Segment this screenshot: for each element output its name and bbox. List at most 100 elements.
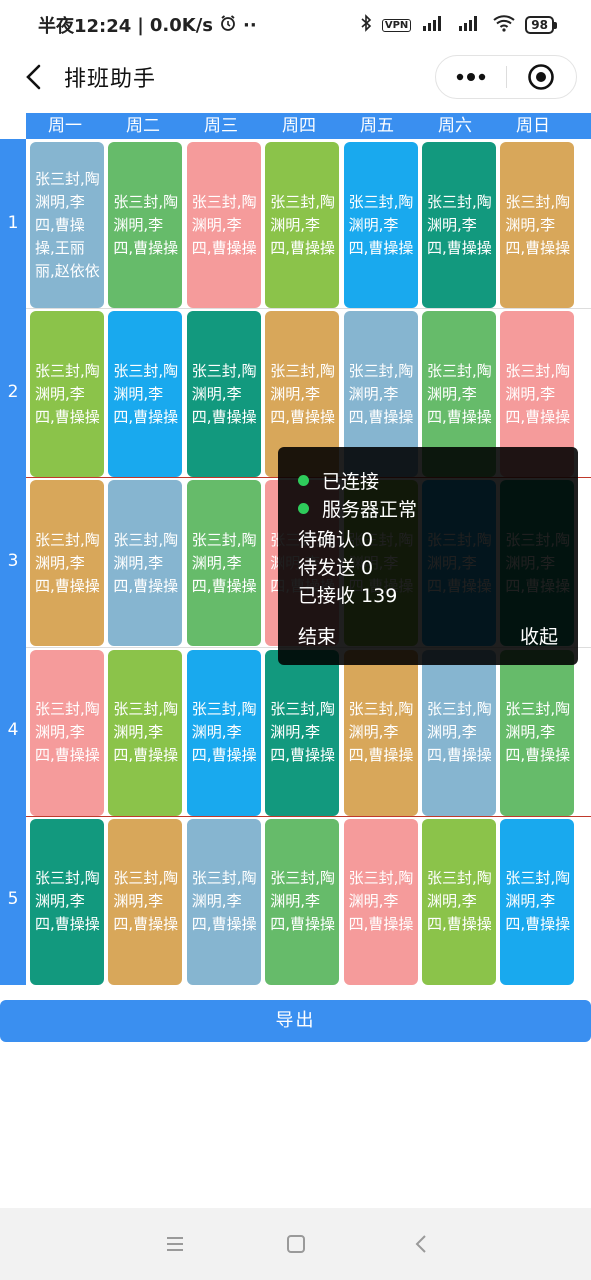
shift-staff-text: 张三封,陶渊明,李四,曹操操 bbox=[191, 869, 257, 934]
shift-staff-text: 张三封,陶渊明,李四,曹操操 bbox=[427, 700, 492, 765]
shift-staff-text: 张三封,陶渊明,李四,曹操操 bbox=[270, 361, 335, 426]
back-nav-button[interactable] bbox=[407, 1230, 435, 1258]
shift-staff-text: 张三封,陶渊明,李四,曹操操 bbox=[505, 192, 571, 257]
shift-cell[interactable]: 张三封,陶渊明,李四,曹操操,王丽丽,赵依依 bbox=[30, 142, 104, 308]
shift-staff-text: 张三封,陶渊明,李四,曹操操 bbox=[427, 869, 492, 934]
end-button[interactable]: 结束 bbox=[298, 622, 336, 649]
shift-staff-text: 张三封,陶渊明,李四,曹操操 bbox=[191, 530, 257, 595]
green-status-dot bbox=[298, 503, 309, 514]
shift-cell[interactable]: 张三封,陶渊明,李四,曹操操 bbox=[265, 818, 340, 985]
shift-cell[interactable]: 张三封,陶渊明,李四,曹操操 bbox=[500, 818, 575, 985]
shift-cell[interactable]: 张三封,陶渊明,李四,曹操操 bbox=[422, 142, 496, 308]
shift-cell[interactable]: 张三封,陶渊明,李四,曹操操 bbox=[265, 142, 340, 308]
day-label: 周一 bbox=[48, 116, 82, 136]
shift-cell[interactable]: 张三封,陶渊明,李四,曹操操 bbox=[422, 818, 496, 985]
shift-cell[interactable]: 张三封,陶渊明,李四,曹操操 bbox=[108, 311, 183, 478]
row-number: 1 bbox=[7, 212, 19, 233]
shift-cell[interactable]: 张三封,陶渊明,李四,曹操操 bbox=[343, 142, 418, 308]
mini-program-capsule bbox=[435, 55, 577, 99]
shift-staff-text: 张三封,陶渊明,李四,曹操操 bbox=[35, 700, 100, 765]
home-square-icon bbox=[287, 1235, 305, 1253]
shift-cell[interactable]: 张三封,陶渊明,李四,曹操操 bbox=[500, 142, 575, 308]
status-speed: 0.0K/s bbox=[149, 14, 213, 36]
signal-icon bbox=[421, 14, 447, 36]
shift-cell[interactable]: 张三封,陶渊明,李四,曹操操 bbox=[343, 649, 418, 816]
shift-cell[interactable]: 张三封,陶渊明,李四,曹操操 bbox=[108, 649, 183, 816]
menu-nav-button[interactable] bbox=[161, 1230, 189, 1258]
battery-level: 98 bbox=[525, 16, 554, 34]
server-status-text: 服务器正常 bbox=[322, 499, 418, 521]
shift-cell[interactable]: 张三封,陶渊明,李四,曹操操 bbox=[186, 818, 261, 985]
shift-staff-text: 张三封,陶渊明,李四,曹操操 bbox=[270, 192, 335, 257]
back-button[interactable] bbox=[14, 57, 54, 97]
shift-staff-text: 张三封,陶渊明,李四,曹操操 bbox=[270, 700, 335, 765]
status-divider: | bbox=[137, 14, 144, 36]
nav-bar: 排班助手 bbox=[0, 52, 591, 102]
signal-icon-2 bbox=[457, 14, 483, 36]
back-triangle-icon bbox=[415, 1235, 426, 1253]
shift-cell[interactable]: 张三封,陶渊明,李四,曹操操 bbox=[186, 311, 261, 478]
page-title: 排班助手 bbox=[64, 67, 157, 92]
target-close-icon bbox=[528, 64, 555, 90]
green-status-dot bbox=[298, 475, 309, 486]
shift-cell[interactable]: 张三封,陶渊明,李四,曹操操 bbox=[30, 480, 104, 647]
day-label: 周三 bbox=[204, 116, 238, 136]
shift-staff-text: 张三封,陶渊明,李四,曹操操,王丽丽,赵依依 bbox=[35, 169, 100, 280]
export-button[interactable]: 导出 bbox=[0, 1000, 591, 1042]
day-label: 周四 bbox=[282, 116, 316, 136]
shift-cell[interactable]: 张三封,陶渊明,李四,曹操操 bbox=[343, 818, 418, 985]
status-right: VPN 98 bbox=[360, 14, 557, 36]
day-label: 周六 bbox=[438, 116, 472, 136]
shift-staff-text: 张三封,陶渊明,李四,曹操操 bbox=[505, 869, 571, 934]
shift-cell[interactable]: 张三封,陶渊明,李四,曹操操 bbox=[30, 818, 104, 985]
shift-staff-text: 张三封,陶渊明,李四,曹操操 bbox=[191, 700, 257, 765]
pending-confirm: 待确认 0 bbox=[298, 529, 374, 551]
shift-cell[interactable]: 张三封,陶渊明,李四,曹操操 bbox=[186, 480, 261, 647]
more-dots-icon bbox=[456, 73, 485, 81]
status-time: 半夜12:24 bbox=[38, 16, 132, 37]
debug-status-panel: 已连接 服务器正常 待确认 0 待发送 0 已接收 139 结束 收起 bbox=[278, 447, 578, 665]
shift-staff-text: 张三封,陶渊明,李四,曹操操 bbox=[348, 869, 414, 934]
status-bar: 半夜12:24 | 0.0K/s ·· VPN 98 bbox=[0, 0, 591, 50]
shift-staff-text: 张三封,陶渊明,李四,曹操操 bbox=[113, 192, 179, 257]
home-nav-button[interactable] bbox=[282, 1230, 310, 1258]
pending-send: 待发送 0 bbox=[298, 557, 374, 579]
menu-icon bbox=[167, 1237, 183, 1251]
battery-icon: 98 bbox=[525, 16, 557, 34]
shift-staff-text: 张三封,陶渊明,李四,曹操操 bbox=[505, 361, 571, 426]
battery-tip bbox=[554, 21, 557, 29]
more-options-button[interactable] bbox=[436, 56, 506, 98]
row-number-column: 1 2 3 4 5 bbox=[0, 139, 26, 985]
shift-staff-text: 张三封,陶渊明,李四,曹操操 bbox=[113, 361, 179, 426]
collapse-button[interactable]: 收起 bbox=[520, 622, 558, 649]
shift-staff-text: 张三封,陶渊明,李四,曹操操 bbox=[348, 192, 414, 257]
shift-cell[interactable]: 张三封,陶渊明,李四,曹操操 bbox=[500, 649, 575, 816]
shift-cell[interactable]: 张三封,陶渊明,李四,曹操操 bbox=[108, 480, 183, 647]
shift-staff-text: 张三封,陶渊明,李四,曹操操 bbox=[427, 192, 492, 257]
shift-staff-text: 张三封,陶渊明,李四,曹操操 bbox=[348, 361, 414, 426]
shift-staff-text: 张三封,陶渊明,李四,曹操操 bbox=[191, 192, 257, 257]
received-count: 已接收 139 bbox=[298, 585, 398, 607]
shift-staff-text: 张三封,陶渊明,李四,曹操操 bbox=[348, 700, 414, 765]
shift-cell[interactable]: 张三封,陶渊明,李四,曹操操 bbox=[108, 142, 183, 308]
wifi-icon bbox=[493, 14, 515, 36]
day-header: 周一 周二 周三 周四 周五 周六 周日 bbox=[26, 113, 591, 139]
connected-text: 已连接 bbox=[322, 471, 380, 493]
shift-staff-text: 张三封,陶渊明,李四,曹操操 bbox=[270, 869, 335, 934]
shift-staff-text: 张三封,陶渊明,李四,曹操操 bbox=[113, 700, 179, 765]
system-nav-bar bbox=[0, 1208, 591, 1280]
shift-cell[interactable]: 张三封,陶渊明,李四,曹操操 bbox=[186, 649, 261, 816]
close-mini-program-button[interactable] bbox=[507, 56, 577, 98]
shift-cell[interactable]: 张三封,陶渊明,李四,曹操操 bbox=[422, 649, 496, 816]
shift-cell[interactable]: 张三封,陶渊明,李四,曹操操 bbox=[186, 142, 261, 308]
connected-status: 已连接 bbox=[298, 467, 379, 494]
row-divider bbox=[26, 308, 591, 310]
shift-cell[interactable]: 张三封,陶渊明,李四,曹操操 bbox=[108, 818, 183, 985]
server-status: 服务器正常 bbox=[298, 495, 417, 522]
row-divider bbox=[26, 815, 591, 817]
shift-cell[interactable]: 张三封,陶渊明,李四,曹操操 bbox=[30, 311, 104, 478]
status-more-dots: ·· bbox=[243, 14, 257, 36]
shift-cell[interactable]: 张三封,陶渊明,李四,曹操操 bbox=[30, 649, 104, 816]
shift-cell[interactable]: 张三封,陶渊明,李四,曹操操 bbox=[265, 649, 340, 816]
shift-staff-text: 张三封,陶渊明,李四,曹操操 bbox=[35, 361, 100, 426]
